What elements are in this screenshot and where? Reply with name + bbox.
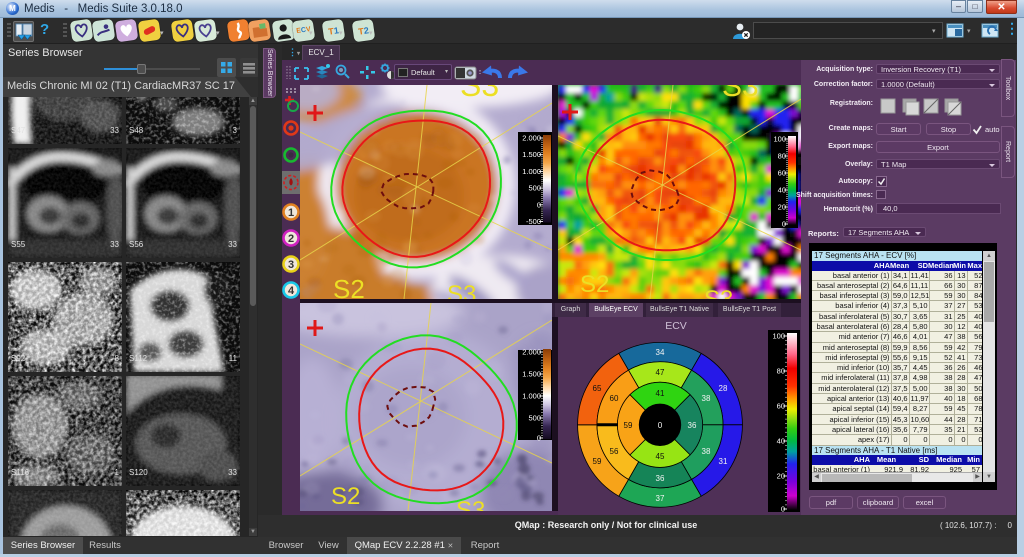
svg-text:1.000: 1.000 [522,167,541,176]
svg-text:3: 3 [288,259,294,271]
svg-text:1.500: 1.500 [522,150,541,159]
svg-text:59: 59 [624,421,633,430]
svg-text:1.500: 1.500 [522,370,541,379]
svg-text:31: 31 [719,457,728,466]
svg-text:8: 8 [115,354,120,363]
svg-text:S56: S56 [129,240,144,249]
svg-text:1.000: 1.000 [522,392,541,401]
svg-text:S48: S48 [129,126,144,135]
svg-text:33: 33 [110,240,119,249]
svg-text:1: 1 [288,207,294,219]
svg-text:S2: S2 [333,274,365,299]
svg-text:S55: S55 [11,240,26,249]
svg-text:38: 38 [702,447,711,456]
svg-text:S3: S3 [460,85,499,103]
svg-text:S3: S3 [456,497,485,511]
svg-text:33: 33 [228,240,237,249]
svg-text:33: 33 [228,468,237,477]
svg-text:65: 65 [593,384,602,393]
svg-text:59: 59 [593,457,602,466]
svg-text:36: 36 [656,474,665,483]
svg-text:28: 28 [719,384,728,393]
svg-text:37: 37 [656,494,665,503]
svg-text:-500: -500 [526,217,541,226]
svg-text:S120: S120 [129,468,148,477]
svg-text:2.000: 2.000 [522,134,541,143]
svg-text:3: 3 [233,126,238,135]
svg-text:S47: S47 [11,126,26,135]
svg-text:S2: S2 [580,271,609,298]
svg-text:0: 0 [658,421,663,430]
svg-text:38: 38 [702,394,711,403]
svg-text:S112: S112 [129,354,148,363]
svg-text:36: 36 [688,421,697,430]
svg-text:S3: S3 [447,281,476,299]
svg-text:45: 45 [656,452,665,461]
svg-text:33: 33 [110,126,119,135]
svg-text:47: 47 [656,368,665,377]
svg-text:4: 4 [288,285,295,297]
svg-text:1: 1 [115,468,120,477]
svg-text:2.000: 2.000 [522,348,541,357]
svg-text:S3: S3 [722,85,759,103]
svg-text:60: 60 [610,394,619,403]
svg-text:S116: S116 [11,468,30,477]
svg-text:S2: S2 [331,483,360,510]
svg-text:34: 34 [656,348,665,357]
svg-text:56: 56 [610,447,619,456]
svg-text:2: 2 [288,233,294,245]
svg-text:S3: S3 [704,286,733,299]
svg-text:ECV: ECV [665,320,687,332]
svg-text:11: 11 [229,354,238,363]
svg-text:41: 41 [656,389,665,398]
svg-text:S92: S92 [11,354,26,363]
